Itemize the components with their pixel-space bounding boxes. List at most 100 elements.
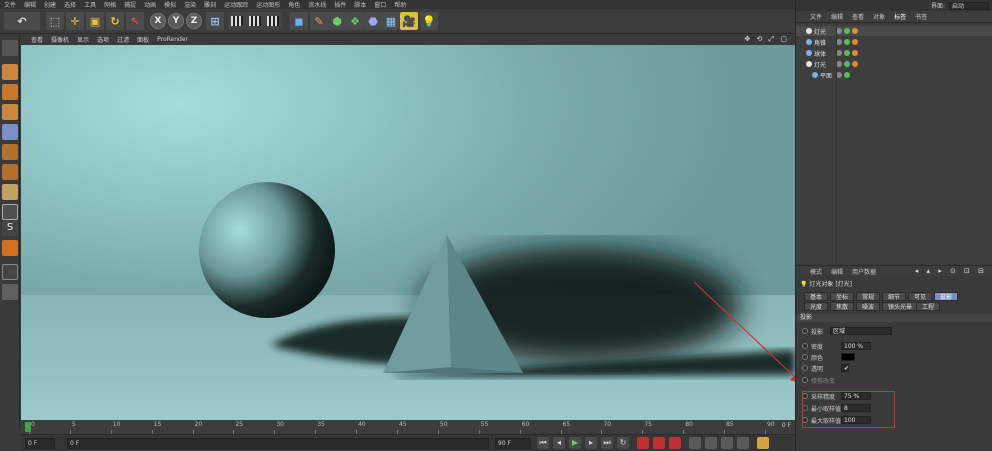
object-name[interactable]: 灯光 <box>814 27 826 36</box>
menu-item[interactable]: 窗口 <box>374 0 386 9</box>
menu-item[interactable]: 捕捉 <box>124 0 136 9</box>
enable-check-icon[interactable] <box>844 28 850 34</box>
points-mode-icon[interactable] <box>2 124 18 140</box>
z-axis-icon[interactable]: Z <box>186 13 202 29</box>
pen-icon[interactable]: ✎ <box>310 12 328 30</box>
menu-item[interactable]: 模拟 <box>164 0 176 9</box>
attribute-tab[interactable]: 投影 <box>934 292 959 301</box>
render-viewport[interactable] <box>21 45 795 420</box>
grid-icon[interactable] <box>2 264 18 280</box>
edges-mode-icon[interactable] <box>2 144 18 160</box>
viewport-menu-options[interactable]: 选项 <box>97 35 109 44</box>
attr-nav-icons[interactable]: ◂ ▴ ▸ ⊙ ⊡ ⊟ <box>915 267 987 275</box>
viewport-menu-view[interactable]: 查看 <box>31 35 43 44</box>
planar-workplane-icon[interactable] <box>2 284 18 300</box>
object-row[interactable]: 灯光 <box>796 26 992 36</box>
play-button[interactable]: ▶ <box>569 437 581 449</box>
menu-item[interactable]: 工具 <box>84 0 96 9</box>
scale-key-button[interactable] <box>705 437 717 449</box>
menu-item[interactable]: 运动跟踪 <box>224 0 248 9</box>
attr-menu-userdata[interactable]: 用户数据 <box>852 267 876 276</box>
viewport-menu-display[interactable]: 显示 <box>77 35 89 44</box>
deformer-icon[interactable]: ⬣ <box>364 12 382 30</box>
viewport-menu-prorender[interactable]: ProRender <box>157 36 188 43</box>
model-mode-icon[interactable] <box>2 64 18 80</box>
last-tool-icon[interactable]: ↖ <box>126 12 144 30</box>
menu-item[interactable]: 编辑 <box>24 0 36 9</box>
prev-frame-button[interactable]: ◂ <box>553 437 565 449</box>
animate-dot-icon[interactable] <box>802 377 808 383</box>
workplane-icon[interactable] <box>2 104 18 120</box>
attribute-tab[interactable]: 基本 <box>804 292 829 301</box>
x-axis-icon[interactable]: X <box>150 13 166 29</box>
menu-item[interactable]: 网格 <box>104 0 116 9</box>
enable-check-icon[interactable] <box>844 61 850 67</box>
scene-icon[interactable]: ▦ <box>382 12 400 30</box>
object-menu-item[interactable]: 对象 <box>873 12 885 21</box>
move-icon[interactable]: ✛ <box>66 12 84 30</box>
light-icon[interactable]: 💡 <box>420 12 438 30</box>
menu-item[interactable]: 创建 <box>44 0 56 9</box>
tweak-mode-icon[interactable] <box>2 204 18 220</box>
tag-icon[interactable] <box>852 50 858 56</box>
object-row[interactable]: 球体 <box>796 48 992 58</box>
snap-icon[interactable]: S <box>2 220 18 236</box>
attribute-tab[interactable]: 焦散 <box>830 302 855 311</box>
scale-icon[interactable]: ▣ <box>86 12 104 30</box>
animate-dot-icon[interactable] <box>802 354 808 360</box>
menu-item[interactable]: 文件 <box>4 0 16 9</box>
go-end-button[interactable]: ⏭ <box>601 437 613 449</box>
menu-item[interactable]: 渲染 <box>184 0 196 9</box>
camera-icon[interactable]: 🎥 <box>400 12 418 30</box>
attribute-tab[interactable]: 细节 <box>882 292 907 301</box>
object-manager-list[interactable]: 灯光 角锥 球体 灯光 平面 <box>796 24 992 264</box>
object-menu-item[interactable]: 书签 <box>915 12 927 21</box>
tag-icon[interactable] <box>852 28 858 34</box>
attribute-tab[interactable]: 常规 <box>856 292 881 301</box>
object-row[interactable]: 平面 <box>796 70 992 80</box>
texture-mode-icon[interactable] <box>2 84 18 100</box>
go-start-button[interactable]: ⏮ <box>537 437 549 449</box>
parameter-key-button[interactable] <box>737 437 749 449</box>
animate-dot-icon[interactable] <box>802 328 808 334</box>
menu-item[interactable]: 动画 <box>144 0 156 9</box>
attribute-tab[interactable]: 工程 <box>916 302 941 311</box>
coordinate-system-icon[interactable]: ⊞ <box>206 12 224 30</box>
timeline-window-button[interactable] <box>757 437 769 449</box>
object-row[interactable]: 角锥 <box>796 37 992 47</box>
object-menu-item[interactable]: 查看 <box>852 12 864 21</box>
keyframe-selection-button[interactable] <box>669 437 681 449</box>
polygons-mode-icon[interactable] <box>2 164 18 180</box>
menu-item[interactable]: 帮助 <box>394 0 406 9</box>
make-editable-icon[interactable] <box>2 40 18 56</box>
object-name[interactable]: 角锥 <box>814 38 826 47</box>
enable-check-icon[interactable] <box>844 50 850 56</box>
menu-item[interactable]: 脚本 <box>354 0 366 9</box>
lock-workplane-icon[interactable] <box>2 240 18 256</box>
render-picture-viewer-icon[interactable] <box>246 12 264 30</box>
range-end-field[interactable]: 90 F <box>495 438 531 449</box>
attr-menu-mode[interactable]: 模式 <box>810 267 822 276</box>
cube-icon[interactable]: ◼ <box>290 12 308 30</box>
property-checkbox[interactable]: ✔ <box>841 364 849 372</box>
shadow-type-dropdown[interactable]: 区域 <box>830 327 892 335</box>
tag-icon[interactable] <box>852 61 858 67</box>
object-menu-item[interactable]: 文件 <box>810 12 822 21</box>
menu-item[interactable]: 流水线 <box>308 0 326 9</box>
object-row[interactable]: 灯光 <box>796 59 992 69</box>
rotate-icon[interactable]: ↻ <box>106 12 124 30</box>
start-frame-field[interactable]: 0 F <box>25 438 55 449</box>
attribute-tab[interactable]: 镜头光晕 <box>882 302 919 311</box>
viewport-menu-camera[interactable]: 摄像机 <box>51 35 69 44</box>
y-axis-icon[interactable]: Y <box>168 13 184 29</box>
menu-item[interactable]: 角色 <box>288 0 300 9</box>
object-menu-item[interactable]: 标签 <box>894 12 906 21</box>
attribute-tab[interactable]: 坐标 <box>830 292 855 301</box>
next-frame-button[interactable]: ▸ <box>585 437 597 449</box>
property-value-field[interactable]: 100 % <box>841 342 871 350</box>
object-name[interactable]: 平面 <box>820 71 832 80</box>
attr-menu-edit[interactable]: 编辑 <box>831 267 843 276</box>
viewport-nav-icons[interactable]: ✥ ⟲ ⤢ ▢ <box>744 35 789 44</box>
enable-check-icon[interactable] <box>844 72 850 78</box>
viewport-menu-panel[interactable]: 面板 <box>137 35 149 44</box>
